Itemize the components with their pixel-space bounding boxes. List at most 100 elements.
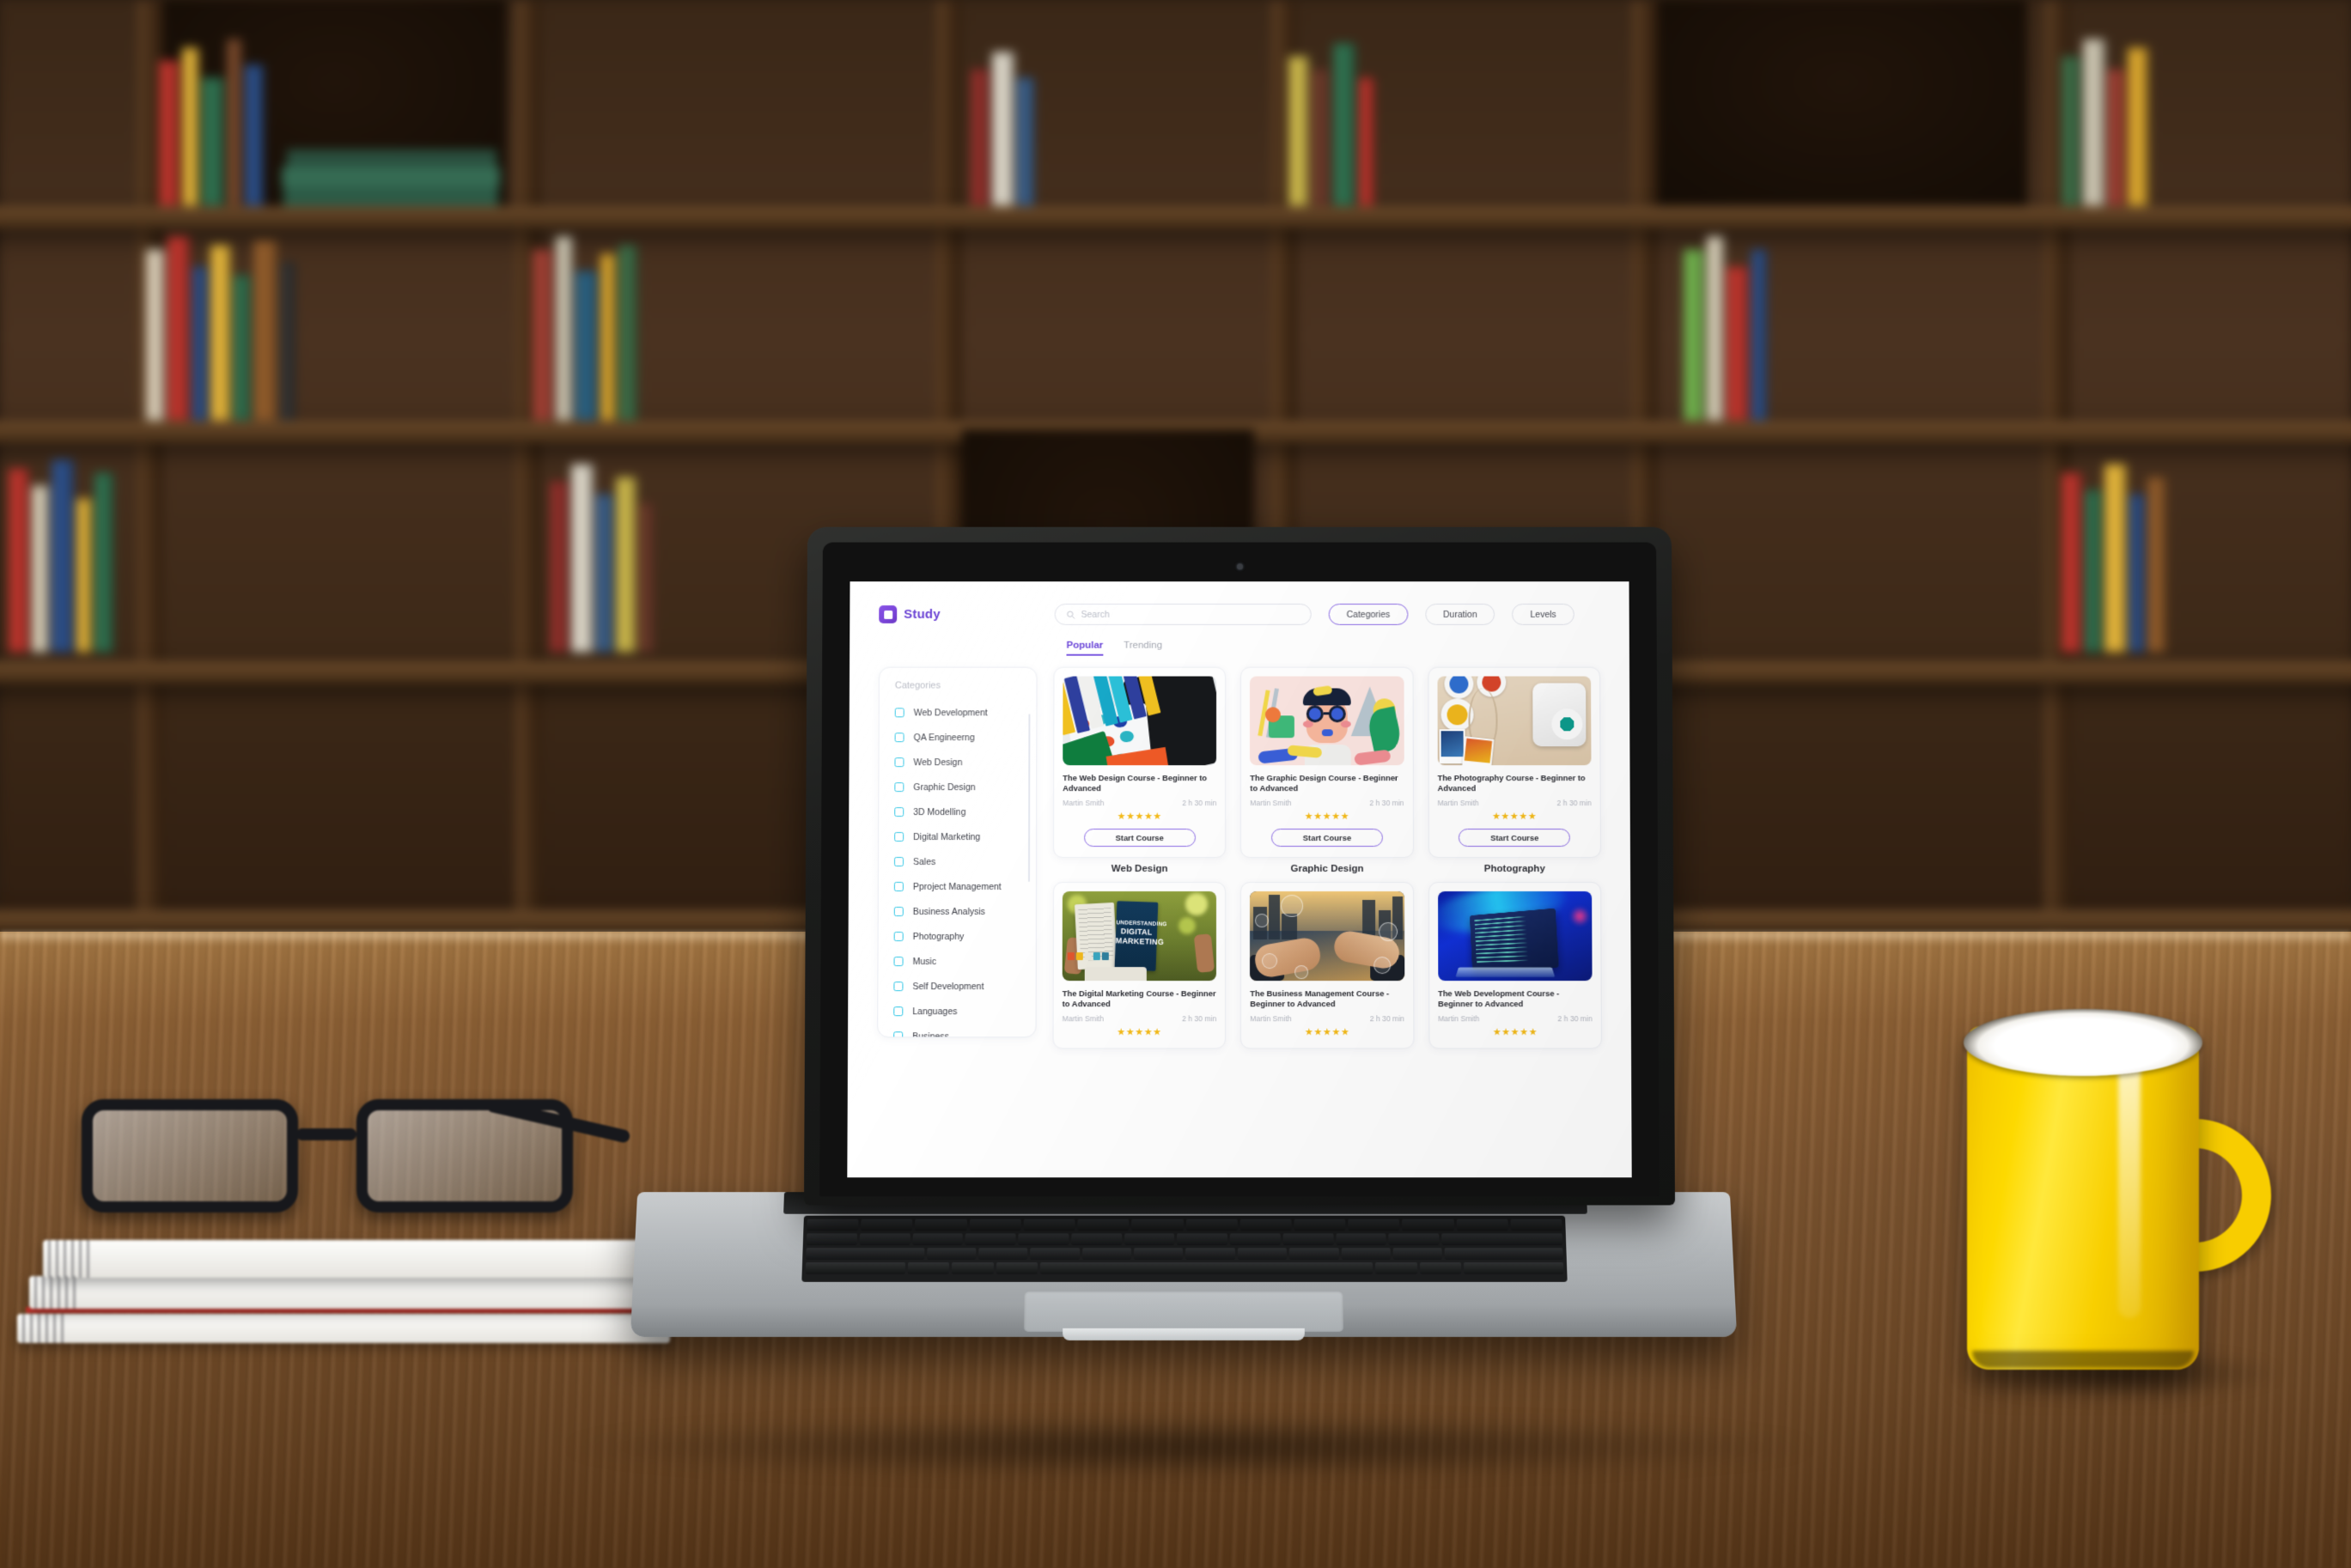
category-label-row: Web Design Graphic Design Photography xyxy=(1053,864,1601,874)
start-course-button[interactable]: Start Course xyxy=(1084,829,1196,847)
category-label-photography: Photography xyxy=(1428,864,1601,874)
webcam-icon xyxy=(1237,563,1243,569)
sidebar-item-business[interactable]: Business xyxy=(893,1024,1020,1037)
course-author: Martin Smith xyxy=(1250,1014,1291,1023)
laptop: Study Search Categories Duration Levels … xyxy=(634,526,1733,1470)
course-author: Martin Smith xyxy=(1250,799,1291,807)
course-thumbnail-web-development xyxy=(1438,891,1593,981)
course-rating-stars: ★★★★★ xyxy=(1250,811,1404,822)
search-icon xyxy=(1067,610,1075,618)
checkbox-icon[interactable] xyxy=(894,782,904,792)
checkbox-icon[interactable] xyxy=(894,932,904,941)
course-duration: 2 h 30 min xyxy=(1369,799,1404,807)
course-duration: 2 h 30 min xyxy=(1370,1014,1404,1023)
course-title: The Photography Course - Beginner to Adv… xyxy=(1437,773,1591,794)
brand-name: Study xyxy=(904,607,941,622)
laptop-screen: Study Search Categories Duration Levels … xyxy=(847,581,1631,1177)
course-rating-stars: ★★★★★ xyxy=(1063,1026,1217,1037)
course-author: Martin Smith xyxy=(1437,799,1478,807)
sidebar-item-3d-modelling[interactable]: 3D Modelling xyxy=(894,799,1020,824)
course-duration: 2 h 30 min xyxy=(1182,799,1216,807)
tab-bar: Popular Trending xyxy=(1067,641,1600,656)
study-logo-icon xyxy=(879,605,897,623)
tab-popular[interactable]: Popular xyxy=(1067,641,1104,656)
checkbox-icon[interactable] xyxy=(893,1006,903,1016)
filter-duration-button[interactable]: Duration xyxy=(1425,604,1495,625)
course-title: The Digital Marketing Course - Beginner … xyxy=(1063,988,1217,1010)
filter-categories-button[interactable]: Categories xyxy=(1329,604,1409,625)
start-course-button[interactable]: Start Course xyxy=(1459,829,1570,847)
start-course-button[interactable]: Start Course xyxy=(1271,829,1383,847)
course-thumbnail-graphic-design xyxy=(1250,677,1404,766)
search-input[interactable]: Search xyxy=(1055,604,1312,625)
eyeglasses xyxy=(82,1099,597,1254)
app-header: Study Search Categories Duration Levels xyxy=(879,604,1600,625)
course-thumbnail-business-management xyxy=(1250,891,1404,981)
checkbox-icon[interactable] xyxy=(894,757,904,767)
sidebar-item-graphic-design[interactable]: Graphic Design xyxy=(894,775,1020,799)
sidebar-item-qa-engineering[interactable]: QA Engineerng xyxy=(895,725,1021,750)
course-rating-stars: ★★★★★ xyxy=(1063,811,1216,822)
course-duration: 2 h 30 min xyxy=(1557,799,1592,807)
course-rating-stars: ★★★★★ xyxy=(1250,1026,1404,1037)
course-grid: The Web Design Course - Beginner to Adva… xyxy=(1053,667,1602,1049)
brand[interactable]: Study xyxy=(879,605,1038,623)
checkbox-icon[interactable] xyxy=(894,907,904,916)
sidebar-item-sales[interactable]: Sales xyxy=(894,849,1020,874)
sidebar-item-languages[interactable]: Languages xyxy=(893,999,1020,1024)
tab-trending[interactable]: Trending xyxy=(1124,641,1162,656)
course-title: The Web Development Course - Beginner to… xyxy=(1438,988,1593,1010)
sidebar-item-photography[interactable]: Photography xyxy=(894,924,1020,949)
laptop-lid: Study Search Categories Duration Levels … xyxy=(804,527,1675,1206)
course-rating-stars: ★★★★★ xyxy=(1438,811,1592,822)
course-row-2: UNDERSTANDING DIGITAL MARKETING The Digi… xyxy=(1053,882,1602,1048)
checkbox-icon[interactable] xyxy=(895,732,904,742)
sidebar-title: Categories xyxy=(880,681,1037,701)
course-card[interactable]: UNDERSTANDING DIGITAL MARKETING The Digi… xyxy=(1053,882,1227,1048)
sidebar-item-web-development[interactable]: Web Development xyxy=(895,700,1021,725)
checkbox-icon[interactable] xyxy=(894,832,904,842)
course-card[interactable]: The Business Management Course - Beginne… xyxy=(1240,882,1414,1048)
checkbox-icon[interactable] xyxy=(894,857,904,866)
course-card[interactable]: The Graphic Design Course - Beginner to … xyxy=(1240,667,1413,858)
category-label-graphic-design: Graphic Design xyxy=(1240,864,1413,874)
course-author: Martin Smith xyxy=(1063,799,1104,807)
checkbox-icon[interactable] xyxy=(894,957,904,966)
checkbox-icon[interactable] xyxy=(895,708,904,717)
checkbox-icon[interactable] xyxy=(893,982,903,991)
sidebar-item-web-design[interactable]: Web Design xyxy=(894,750,1020,775)
checkbox-icon[interactable] xyxy=(893,1031,903,1037)
photo-scene: Study Search Categories Duration Levels … xyxy=(0,0,2351,1568)
categories-sidebar: Categories Web Development QA Engineerng xyxy=(877,667,1037,1038)
course-duration: 2 h 30 min xyxy=(1558,1014,1593,1023)
course-card[interactable]: The Photography Course - Beginner to Adv… xyxy=(1428,667,1601,858)
sidebar-item-self-development[interactable]: Self Development xyxy=(893,974,1020,999)
category-list: Web Development QA Engineerng Web Design xyxy=(878,700,1036,1037)
keyboard[interactable] xyxy=(801,1216,1567,1282)
course-card[interactable]: The Web Development Course - Beginner to… xyxy=(1428,882,1602,1048)
course-thumbnail-photography xyxy=(1437,677,1591,766)
checkbox-icon[interactable] xyxy=(894,882,904,891)
course-card[interactable]: The Web Design Course - Beginner to Adva… xyxy=(1053,667,1226,858)
checkbox-icon[interactable] xyxy=(894,807,904,817)
course-title: The Graphic Design Course - Beginner to … xyxy=(1250,773,1404,794)
study-app: Study Search Categories Duration Levels … xyxy=(847,581,1631,1177)
trackpad[interactable] xyxy=(1024,1291,1343,1332)
course-thumbnail-digital-marketing: UNDERSTANDING DIGITAL MARKETING xyxy=(1063,891,1217,981)
sidebar-item-music[interactable]: Music xyxy=(893,949,1020,974)
filter-levels-button[interactable]: Levels xyxy=(1512,604,1574,625)
sidebar-item-business-analysis[interactable]: Business Analysis xyxy=(894,899,1020,924)
yellow-mug xyxy=(1967,1009,2251,1378)
course-duration: 2 h 30 min xyxy=(1182,1014,1216,1023)
search-placeholder: Search xyxy=(1081,609,1110,619)
course-title: The Business Management Course - Beginne… xyxy=(1250,988,1404,1010)
laptop-base xyxy=(630,1192,1737,1337)
sidebar-item-project-management[interactable]: Pproject Management xyxy=(894,874,1020,899)
course-title: The Web Design Course - Beginner to Adva… xyxy=(1063,773,1216,794)
category-label-web-design: Web Design xyxy=(1053,864,1226,874)
course-author: Martin Smith xyxy=(1063,1014,1104,1023)
course-author: Martin Smith xyxy=(1438,1014,1479,1023)
sidebar-item-digital-marketing[interactable]: Digital Marketing xyxy=(894,824,1020,849)
course-thumbnail-web-design xyxy=(1063,677,1216,766)
course-row-1: The Web Design Course - Beginner to Adva… xyxy=(1053,667,1601,858)
